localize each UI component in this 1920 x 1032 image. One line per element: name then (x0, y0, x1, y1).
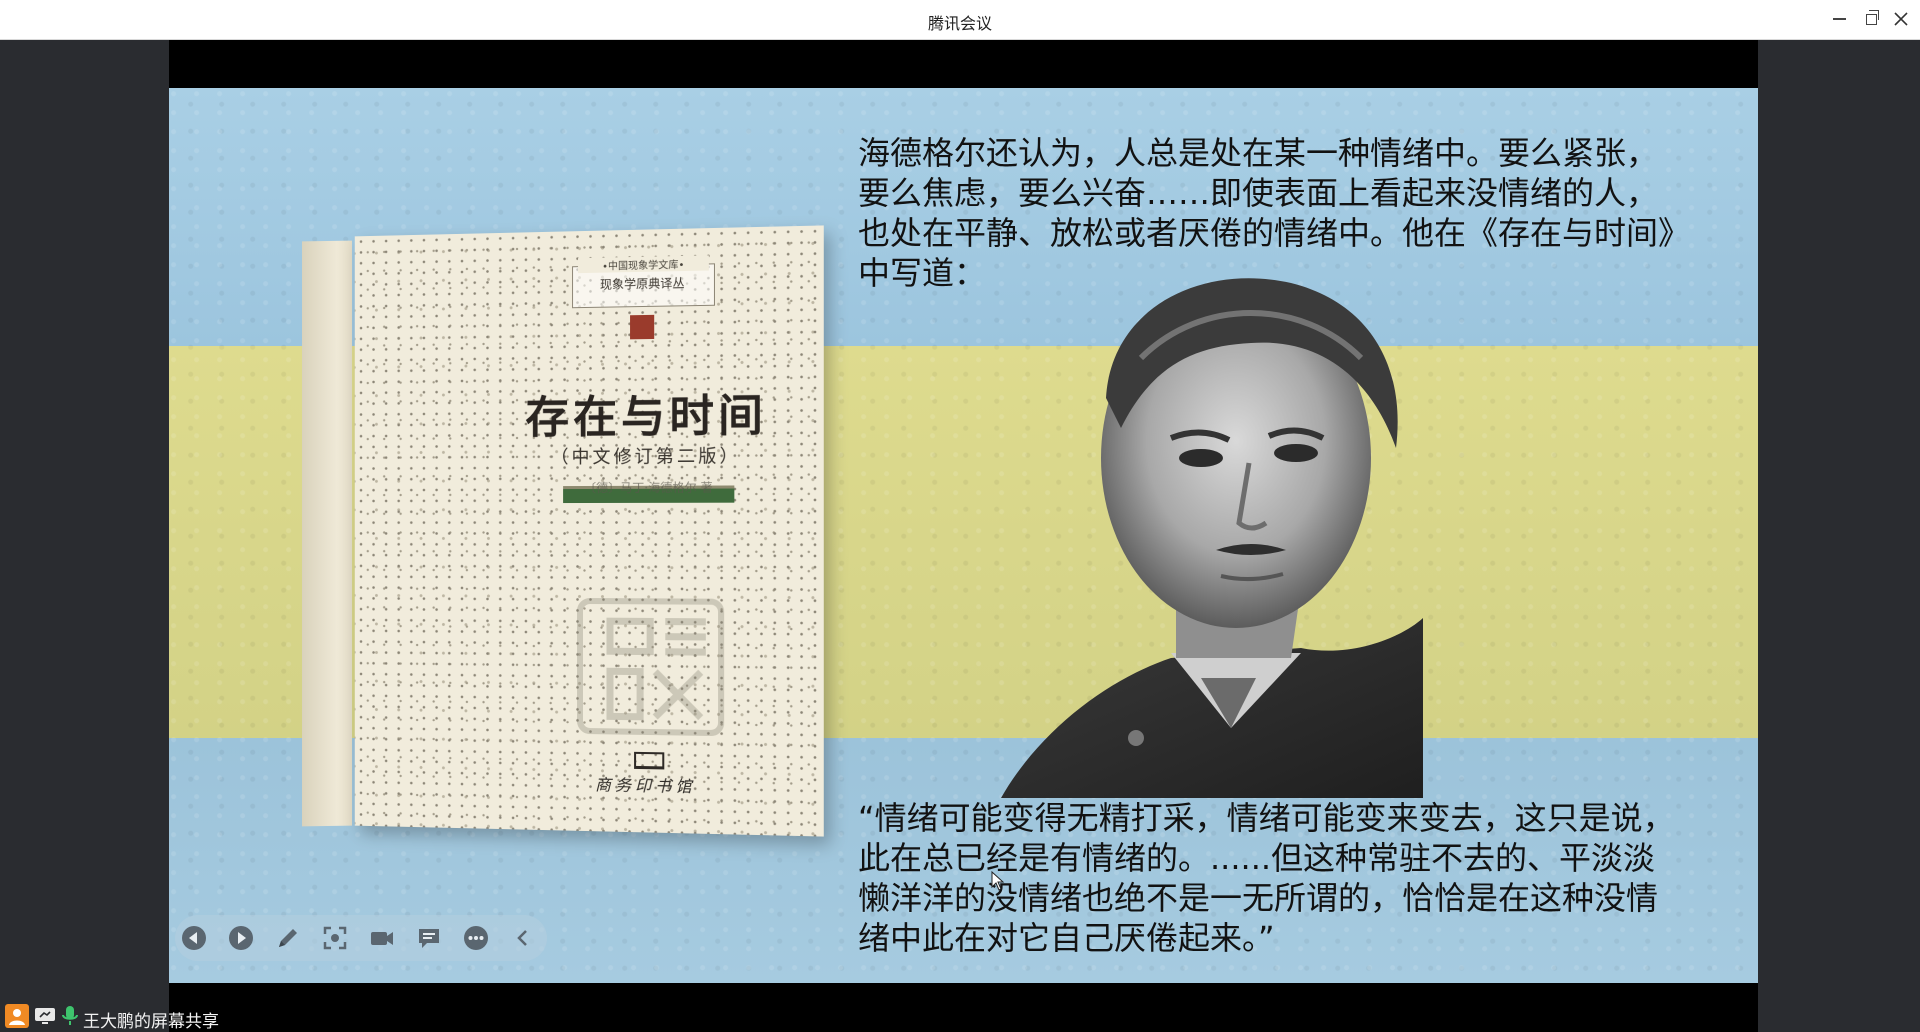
intro-line: 也处在平静、放松或者厌倦的情绪中。他在《存在与时间》 (858, 214, 1691, 252)
prev-icon (182, 926, 206, 950)
quote-line: 懒洋洋的没情绪也绝不是一无所谓的，恰恰是在这种没情 (858, 879, 1659, 917)
intro-line: 要么焦虑，要么兴奋……即使表面上看起来没情绪的人， (858, 174, 1659, 212)
book-publisher: 商务印书馆 (594, 775, 696, 797)
camera-icon (371, 932, 393, 945)
camera-button[interactable] (369, 925, 395, 951)
pen-button[interactable] (275, 925, 301, 951)
minimize-icon (1832, 18, 1846, 20)
user-icon[interactable] (5, 1004, 29, 1028)
pen-icon (279, 929, 297, 947)
book-author: 〔德〕马丁·海德格尔 著 (584, 480, 713, 496)
mouse-cursor-icon (991, 871, 1005, 891)
quote-line: 此在总已经是有情绪的。......但这种常驻不去的、平淡淡 (858, 839, 1656, 877)
close-button[interactable] (1886, 6, 1916, 32)
screenshot-button[interactable] (322, 925, 348, 951)
minimize-button[interactable] (1824, 6, 1854, 32)
heidegger-portrait (1001, 278, 1423, 798)
intro-paragraph: 海德格尔还认为，人总是处在某一种情绪中。要么紧张， 要么焦虑，要么兴奋……即使表… (858, 133, 1728, 293)
book-subtitle: （中文修订第二版） (550, 445, 741, 469)
book-spine (302, 240, 352, 827)
title-bar: 腾讯会议 (0, 0, 1920, 40)
close-icon (1894, 12, 1908, 26)
play-button[interactable] (228, 925, 254, 951)
comment-button[interactable] (416, 925, 442, 951)
small-seal-icon (630, 314, 655, 340)
presentation-toolbar (175, 915, 547, 961)
series-top-label: •中国现象学文库• (578, 255, 709, 274)
status-bar: 王大鹏的屏幕共享 (0, 1000, 300, 1032)
play-icon (229, 926, 253, 950)
prev-slide-button[interactable] (181, 925, 207, 951)
collapse-icon (517, 930, 527, 946)
quote-paragraph: “情绪可能变得无精打采，情绪可能变来变去，这只是说， 此在总已经是有情绪的。..… (858, 798, 1728, 958)
book-image: •中国现象学文库• 现象学原典译丛 存在与时间 （中文修订第二版） 〔德〕马丁·… (302, 225, 824, 837)
restore-icon (1865, 9, 1879, 25)
restore-button[interactable] (1856, 6, 1886, 32)
window-title: 腾讯会议 (927, 14, 992, 33)
microphone-icon[interactable] (58, 1004, 82, 1028)
quote-line: 绪中此在对它自己厌倦起来。” (858, 919, 1275, 957)
book-cover: •中国现象学文库• 现象学原典译丛 存在与时间 （中文修订第二版） 〔德〕马丁·… (354, 225, 824, 837)
series-label: 现象学原典译丛 (599, 276, 685, 292)
book-title: 存在与时间 (525, 390, 768, 444)
more-icon (464, 926, 488, 950)
presentation-slide: •中国现象学文库• 现象学原典译丛 存在与时间 （中文修订第二版） 〔德〕马丁·… (169, 88, 1758, 983)
more-button[interactable] (463, 925, 489, 951)
intro-line: 海德格尔还认为，人总是处在某一种情绪中。要么紧张， (858, 134, 1659, 172)
share-status-label: 王大鹏的屏幕共享 (83, 1012, 219, 1032)
collapse-toolbar-button[interactable] (510, 925, 536, 951)
quote-line: “情绪可能变得无精打采，情绪可能变来变去，这只是说， (858, 799, 1675, 837)
screenshot-icon (323, 926, 347, 950)
screen-share-icon[interactable] (33, 1004, 57, 1028)
publisher-logo-icon (634, 751, 665, 770)
intro-line: 中写道： (858, 254, 987, 292)
large-seal-icon (570, 591, 731, 743)
comment-icon (419, 929, 439, 948)
